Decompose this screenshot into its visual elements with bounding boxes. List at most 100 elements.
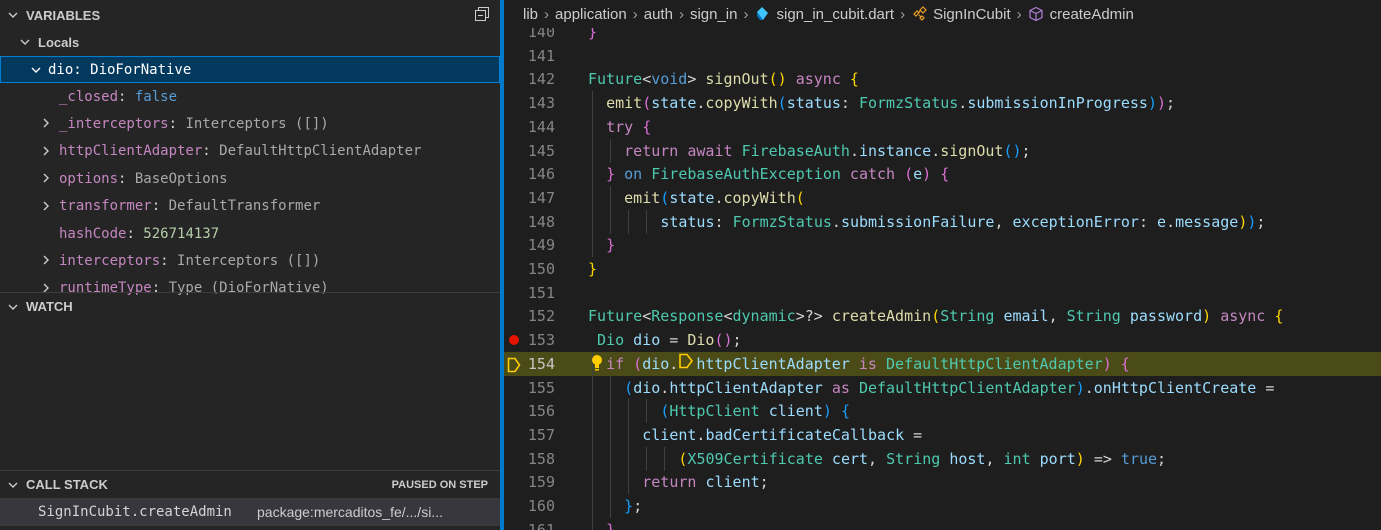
callstack-title: CALL STACK <box>26 477 108 492</box>
code-line[interactable]: 149} <box>504 233 1381 258</box>
variable-row[interactable]: hashCode: 526714137 <box>0 220 500 247</box>
chevron-right-icon[interactable] <box>40 253 52 267</box>
code-line[interactable]: 159 return client; <box>504 470 1381 495</box>
code-token: () <box>714 331 733 350</box>
breadcrumb-item[interactable]: application <box>555 6 627 23</box>
line-number: 146 <box>527 165 555 184</box>
code-line[interactable]: 145 return await FirebaseAuth.instance.si… <box>504 138 1381 163</box>
indent-guide <box>610 470 612 495</box>
code-token: signOut <box>705 70 769 89</box>
chevron-right-icon[interactable] <box>40 144 52 158</box>
code-token: Future <box>588 70 643 89</box>
variable-row[interactable]: options: BaseOptions <box>0 165 500 192</box>
code-token: as <box>831 378 850 397</box>
variable-row[interactable]: transformer: DefaultTransformer <box>0 193 500 220</box>
code-line[interactable]: 156 (HttpClient client) { <box>504 399 1381 424</box>
code-line[interactable]: 161} <box>504 517 1381 530</box>
breadcrumb-class[interactable]: SignInCubit <box>933 6 1011 23</box>
code-token: email <box>1003 307 1049 326</box>
code-line[interactable]: 141 <box>504 44 1381 68</box>
chevron-right-icon: › <box>544 5 550 23</box>
variables-section-header[interactable]: VARIABLES <box>0 0 500 30</box>
indent-guide <box>628 422 630 447</box>
code-token: client <box>642 425 697 444</box>
code-area[interactable]: 140} 141 142 Future<void> signOut() async {… <box>504 20 1381 530</box>
code-line[interactable]: 160}; <box>504 494 1381 518</box>
breadcrumb-item[interactable]: auth <box>644 6 673 23</box>
code-text: } <box>606 233 615 257</box>
indent-guide <box>592 138 593 163</box>
indent-guide <box>592 375 593 400</box>
code-text: } on FirebaseAuthException catch (e) { <box>606 162 949 186</box>
code-line[interactable]: 157 client.badCertificateCallback = <box>504 422 1381 447</box>
callstack-section-header[interactable]: CALL STACK PAUSED ON STEP <box>0 470 500 498</box>
code-token: HttpClient <box>669 402 760 421</box>
code-line[interactable]: 147 emit(state.copyWith( <box>504 185 1381 210</box>
code-line[interactable]: 148 status: FormzStatus.submissionFailure… <box>504 209 1381 234</box>
code-token: . <box>1084 378 1094 397</box>
variable-value: 526714137 <box>143 225 220 242</box>
indent-guide <box>628 399 630 424</box>
variable-value: false <box>134 88 178 105</box>
collapse-all-icon[interactable] <box>474 6 490 22</box>
watch-section-header[interactable]: WATCH <box>0 292 500 320</box>
code-token: => <box>1084 449 1121 468</box>
code-token: state <box>669 188 715 207</box>
breadcrumb-method[interactable]: createAdmin <box>1050 6 1134 23</box>
code-line[interactable]: 143 emit(state.copyWith(status: FormzStat… <box>504 91 1381 116</box>
breadcrumb-item[interactable]: lib <box>523 6 538 23</box>
code-line[interactable]: 146 } on FirebaseAuthException catch (e) … <box>504 162 1381 187</box>
code-token: { <box>849 70 859 89</box>
code-text: emit(state.copyWith(status: FormzStatus.… <box>606 91 1175 115</box>
variable-row[interactable]: interceptors: Interceptors ([]) <box>0 247 500 274</box>
code-token: = <box>1256 378 1275 397</box>
code-text: (HttpClient client) { <box>660 399 850 423</box>
code-token: instance <box>858 141 932 160</box>
variable-entry: _closed: false <box>59 89 177 105</box>
code-line[interactable]: 152 Future<Response<dynamic>?> createAdmi… <box>504 304 1381 328</box>
code-text: if (dio. httpClientAdapter is DefaultHttp… <box>606 352 1130 377</box>
code-line[interactable]: 151 <box>504 281 1381 305</box>
chevron-right-icon[interactable] <box>40 199 52 213</box>
variable-dio-row[interactable]: dio: DioForNative <box>0 56 500 83</box>
code-token: } <box>588 260 598 278</box>
code-line[interactable]: 155 (dio.httpClientAdapter as DefaultHttp… <box>504 375 1381 400</box>
code-line[interactable]: 142 Future<void> signOut() async { <box>504 67 1381 91</box>
indent-guide <box>592 185 593 210</box>
indent-guide <box>610 209 612 234</box>
chevron-right-icon[interactable] <box>40 116 52 130</box>
chevron-right-icon[interactable] <box>40 171 52 185</box>
callstack-frame[interactable]: SignInCubit.createAdmin package:mercadit… <box>0 498 500 526</box>
code-token: port <box>1039 449 1076 468</box>
code-token: . <box>669 354 679 373</box>
variable-row[interactable]: httpClientAdapter: DefaultHttpClientAdap… <box>0 138 500 165</box>
code-token: , <box>994 212 1013 231</box>
breadcrumb-item[interactable]: sign_in <box>690 6 738 23</box>
indent-guide <box>628 470 630 495</box>
locals-scope[interactable]: Locals <box>0 29 500 55</box>
variable-row[interactable]: _interceptors: Interceptors ([]) <box>0 110 500 137</box>
indent-guide <box>610 446 612 471</box>
code-token: FormzStatus <box>858 94 959 113</box>
code-line[interactable]: 153 Dio dio = Dio(); <box>504 328 1381 352</box>
breadcrumb-file[interactable]: sign_in_cubit.dart <box>776 6 894 23</box>
code-token: ) <box>1102 354 1112 373</box>
line-number: 145 <box>527 141 555 160</box>
code-line[interactable]: 144 try { <box>504 114 1381 139</box>
variable-row[interactable]: _closed: false <box>0 83 500 110</box>
current-code-line[interactable]: 154 if (dio. httpClientAdapter is DefaultH… <box>504 351 1381 377</box>
variable-value: BaseOptions <box>134 170 228 187</box>
code-line[interactable]: 150} <box>504 257 1381 281</box>
code-text: return await FirebaseAuth.instance.signO… <box>624 139 1030 163</box>
code-token: () <box>1003 141 1022 160</box>
code-token: { <box>1120 354 1130 373</box>
code-line[interactable]: 158 (X509Certificate cert, String host, i… <box>504 446 1381 471</box>
code-token: >?> <box>795 307 832 326</box>
line-number: 149 <box>527 236 555 255</box>
code-token: copyWith <box>705 94 778 113</box>
